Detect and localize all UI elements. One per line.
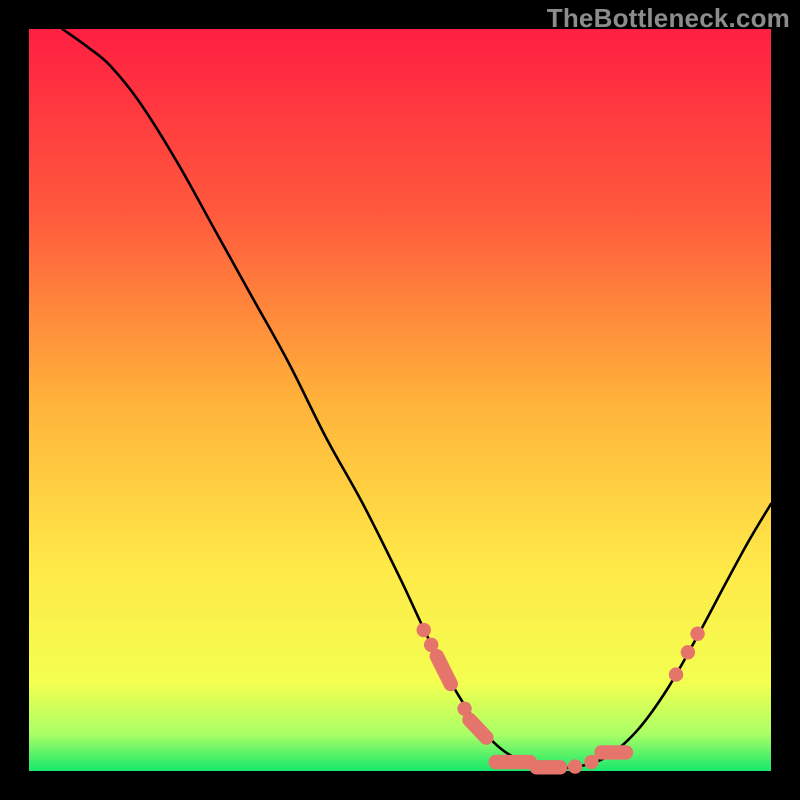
watermark: TheBottleneck.com <box>547 3 790 34</box>
chart-svg <box>0 0 800 800</box>
marker-dot <box>690 627 704 641</box>
marker-dot <box>417 623 431 637</box>
marker-dot <box>669 667 683 681</box>
chart-container: TheBottleneck.com <box>0 0 800 800</box>
marker-dot <box>681 645 695 659</box>
marker-dot <box>568 759 582 773</box>
plot-area <box>29 29 771 771</box>
